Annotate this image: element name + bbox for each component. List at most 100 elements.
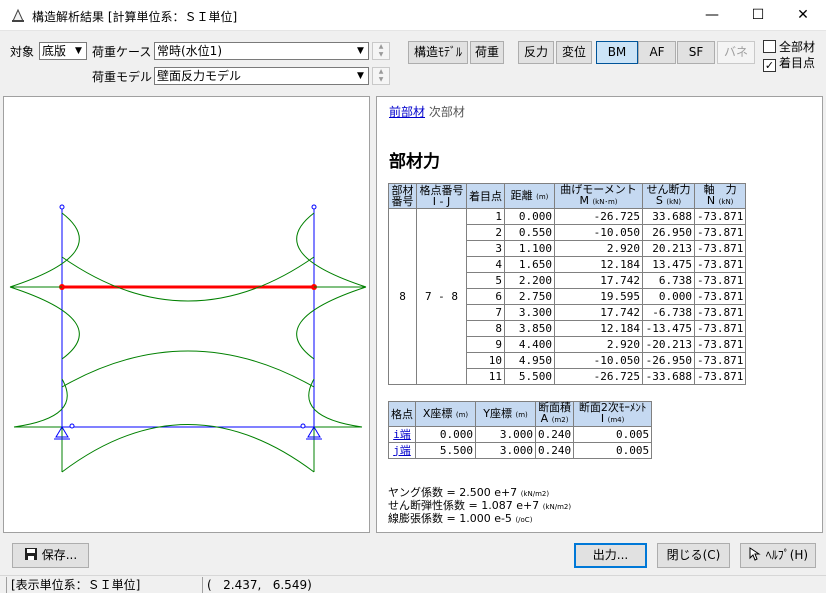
header-focus-point: 着目点 [466, 183, 505, 209]
table-cell: 17.742 [554, 304, 643, 321]
all-members-label: 全部材 [779, 40, 816, 54]
output-button[interactable]: 出力... [574, 543, 647, 568]
toolbar: 対象 底版 ▼ 荷重ケース 常時(水位1) ▼ ▲ ▼ 荷重モデル 壁面反力モデ… [0, 31, 826, 93]
maximize-button[interactable]: ☐ [735, 0, 781, 31]
table-cell: 5.500 [415, 442, 476, 459]
table-cell: -73.871 [693, 288, 747, 305]
next-member-link: 次部材 [428, 105, 465, 119]
table-cell: 0.240 [534, 426, 575, 443]
bm-button[interactable]: BM [596, 41, 638, 64]
load-case-spinner[interactable]: ▲ ▼ [372, 42, 390, 60]
focus-points-checkbox[interactable]: ✓ 着目点 [763, 54, 815, 72]
table-cell: -73.871 [693, 368, 747, 385]
checkbox-box[interactable] [763, 40, 776, 53]
table-cell: -26.725 [554, 368, 643, 385]
table-cell: -73.871 [693, 272, 747, 289]
target-label: 対象 [10, 45, 35, 59]
table-cell: 3.850 [504, 320, 555, 337]
header-area: 断面積 A (m2) [534, 401, 575, 427]
table-cell: -33.688 [642, 368, 695, 385]
table-cell: 2.750 [504, 288, 555, 305]
table-cell: 2.200 [504, 272, 555, 289]
header-node-no: 格点番号 I - J [416, 183, 467, 209]
frame-structure [59, 204, 317, 429]
table-cell: 3 [466, 240, 505, 257]
table-cell: 2 [466, 224, 505, 241]
target-value: 底版 [42, 44, 67, 58]
member-navigation: 前部材 次部材 [389, 103, 465, 120]
table-cell: 3.000 [475, 442, 536, 459]
header-distance: 距離 (m) [504, 183, 555, 209]
target-select[interactable]: 底版 ▼ [39, 42, 87, 60]
spring-button[interactable]: バネ [717, 41, 755, 64]
header-node: 格点 [388, 401, 416, 427]
material-constants: ヤング係数 = 2.500 e+7 (kN/m2) せん断弾性係数 = 1.08… [388, 487, 571, 526]
sf-button[interactable]: SF [677, 41, 715, 64]
node-link[interactable]: i端 [388, 426, 416, 443]
focus-points-label: 着目点 [779, 56, 816, 70]
help-label: ﾍﾙﾌﾟ(H) [765, 548, 809, 562]
table-row: j端 5.500 3.000 0.240 0.005 [388, 442, 653, 459]
table-cell: 17.742 [554, 272, 643, 289]
chevron-down-icon[interactable]: ▼ [353, 68, 368, 84]
table-cell: 3.300 [504, 304, 555, 321]
table-cell: 6 [466, 288, 505, 305]
af-button[interactable]: AF [638, 41, 676, 64]
table-cell: -26.725 [554, 208, 643, 225]
displacement-button[interactable]: 変位 [556, 41, 592, 64]
table-cell: 6.738 [642, 272, 695, 289]
header-x: X座標 (m) [415, 401, 476, 427]
table-cell: -73.871 [693, 208, 747, 225]
status-unit-system: [表示単位系：ＳＩ単位] [6, 577, 202, 593]
load-model-select[interactable]: 壁面反力モデル ▼ [154, 67, 369, 85]
bending-moment-diagram[interactable] [4, 97, 369, 532]
header-axial: 軸 力N (kN) [693, 183, 747, 209]
table-row: i端 0.000 3.000 0.240 0.005 [388, 426, 653, 443]
header-member-no: 部材 番号 [388, 183, 417, 209]
spin-up-icon[interactable]: ▲ [373, 68, 389, 76]
table-cell: -73.871 [693, 320, 747, 337]
member-detail-panel: 前部材 次部材 部材力 部材 番号 格点番号 I - J 着目点 距離 (m) 曲げ… [376, 96, 823, 533]
prev-member-link[interactable]: 前部材 [389, 105, 425, 119]
table-cell: 0.000 [504, 208, 555, 225]
header-y: Y座標 (m) [475, 401, 536, 427]
table-cell: 33.688 [642, 208, 695, 225]
spin-down-icon[interactable]: ▼ [373, 76, 389, 84]
table-cell: 0.550 [504, 224, 555, 241]
all-members-checkbox[interactable]: 全部材 [763, 38, 815, 55]
save-button[interactable]: 保存... [12, 543, 89, 568]
table-cell: 2.920 [554, 240, 643, 257]
table-cell: -13.475 [642, 320, 695, 337]
table-row: 87 - 8 1 0.000 -26.725 33.688 -73.871 [388, 208, 747, 385]
table-cell: 11 [466, 368, 505, 385]
structure-model-button[interactable]: 構造ﾓﾃﾞﾙ [408, 41, 468, 64]
load-model-spinner[interactable]: ▲ ▼ [372, 67, 390, 85]
table-cell: 5.500 [504, 368, 555, 385]
help-button[interactable]: ﾍﾙﾌﾟ(H) [740, 543, 816, 568]
load-case-select[interactable]: 常時(水位1) ▼ [154, 42, 369, 60]
spin-down-icon[interactable]: ▼ [373, 51, 389, 59]
load-button[interactable]: 荷重 [470, 41, 504, 64]
chevron-down-icon[interactable]: ▼ [71, 43, 86, 59]
close-dialog-button[interactable]: 閉じる(C) [657, 543, 730, 568]
table-cell: 7 [466, 304, 505, 321]
minimize-button[interactable]: — [689, 0, 735, 31]
table-cell: 8 [466, 320, 505, 337]
diagram-panel[interactable] [3, 96, 370, 533]
selected-member[interactable] [59, 284, 317, 290]
close-button[interactable]: ✕ [780, 0, 826, 31]
table-cell: 13.475 [642, 256, 695, 273]
constant-line: 線膨張係数 = 1.000 e-5 (/oC) [388, 512, 533, 525]
node-link[interactable]: j端 [388, 442, 416, 459]
spin-up-icon[interactable]: ▲ [373, 43, 389, 51]
node-table: 格点 X座標 (m) Y座標 (m) 断面積 A (m2) 断面2次ﾓｰﾒﾝﾄ I … [388, 401, 653, 459]
table-cell: 4.950 [504, 352, 555, 369]
table-cell: 1.650 [504, 256, 555, 273]
reaction-button[interactable]: 反力 [518, 41, 554, 64]
table-cell: 10 [466, 352, 505, 369]
table-cell: 5 [466, 272, 505, 289]
checkmark-icon[interactable]: ✓ [763, 59, 776, 72]
chevron-down-icon[interactable]: ▼ [353, 43, 368, 59]
node-ij-cell: 7 - 8 [416, 208, 467, 385]
table-cell: 0.000 [642, 288, 695, 305]
